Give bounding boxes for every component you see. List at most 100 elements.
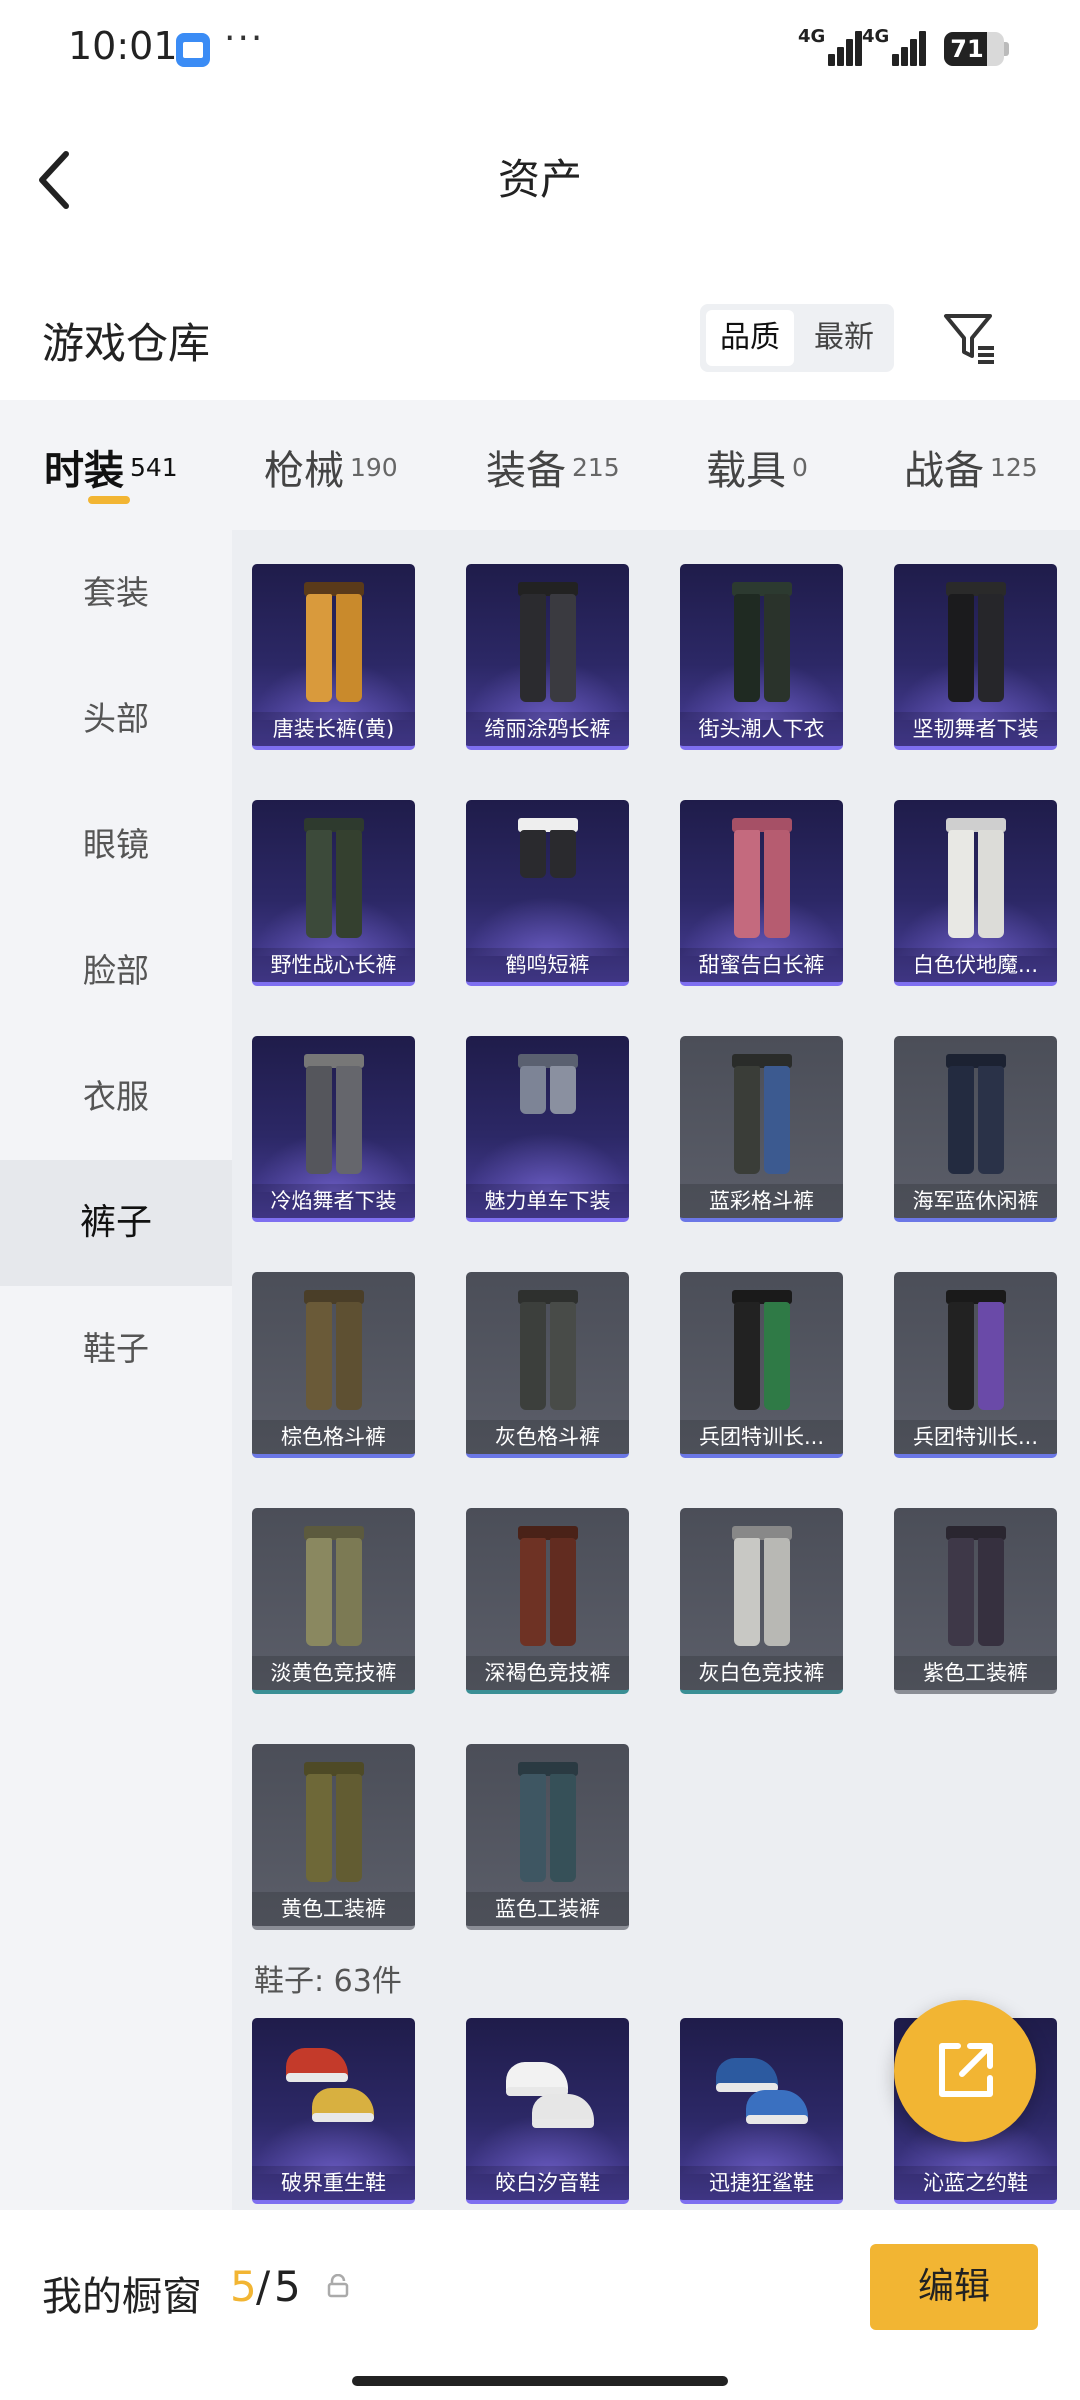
home-indicator[interactable] (352, 2376, 728, 2386)
share-button[interactable] (894, 2000, 1036, 2142)
item-name: 紫色工装裤 (894, 1656, 1057, 1690)
item-card[interactable]: 灰白色竞技裤 (680, 1508, 843, 1694)
shorts-icon (517, 1054, 578, 1174)
item-name: 魅力单车下装 (466, 1184, 629, 1218)
pants-icon (517, 1526, 578, 1646)
signal-icon: 4G (798, 26, 864, 68)
item-card[interactable]: 蓝彩格斗裤 (680, 1036, 843, 1222)
tab-vehicles[interactable]: 载具 0 (706, 438, 808, 498)
signal-icon-2: 4G (862, 26, 928, 68)
item-card[interactable]: 兵团特训长... (894, 1272, 1057, 1458)
pants-icon (731, 1290, 792, 1410)
tab-count: 190 (350, 453, 398, 482)
pants-icon (731, 1054, 792, 1174)
item-card[interactable]: 兵团特训长... (680, 1272, 843, 1458)
item-card[interactable]: 破界重生鞋 (252, 2018, 415, 2204)
tab-count: 0 (792, 453, 808, 482)
sort-newest-button[interactable]: 最新 (800, 310, 888, 366)
tab-supplies[interactable]: 战备 125 (904, 438, 1038, 498)
item-card[interactable]: 蓝色工装裤 (466, 1744, 629, 1930)
category-tabs: 时装 541 枪械 190 装备 215 载具 0 战备 125 (0, 400, 1080, 530)
item-card[interactable]: 迅捷狂鲨鞋 (680, 2018, 843, 2204)
item-card[interactable]: 绮丽涂鸦长裤 (466, 564, 629, 750)
showcase-max-count: 5 (274, 2262, 301, 2311)
item-card[interactable]: 野性战心长裤 (252, 800, 415, 986)
pants-icon (517, 1290, 578, 1410)
item-card[interactable]: 海军蓝休闲裤 (894, 1036, 1057, 1222)
item-card[interactable]: 皎白汐音鞋 (466, 2018, 629, 2204)
item-card[interactable]: 淡黄色竞技裤 (252, 1508, 415, 1694)
item-name: 蓝色工装裤 (466, 1892, 629, 1926)
sort-toggle: 品质 最新 (700, 304, 894, 372)
tab-label: 战备 (904, 448, 984, 494)
pants-icon (731, 1526, 792, 1646)
sidebar-item-outfit[interactable]: 套装 (0, 530, 232, 656)
sidebar-item-shoes[interactable]: 鞋子 (0, 1286, 232, 1412)
tab-label: 时装 (44, 448, 124, 494)
tab-equipment[interactable]: 装备 215 (486, 438, 620, 498)
item-card[interactable]: 白色伏地魔... (894, 800, 1057, 986)
edit-button[interactable]: 编辑 (870, 2244, 1038, 2330)
sort-quality-button[interactable]: 品质 (706, 310, 794, 366)
item-name: 绮丽涂鸦长裤 (466, 712, 629, 746)
tab-guns[interactable]: 枪械 190 (264, 438, 398, 498)
item-name: 皎白汐音鞋 (466, 2166, 629, 2200)
item-name: 海军蓝休闲裤 (894, 1184, 1057, 1218)
sidebar-item-pants[interactable]: 裤子 (0, 1160, 232, 1286)
item-card[interactable]: 棕色格斗裤 (252, 1272, 415, 1458)
tab-fashion[interactable]: 时装 541 (44, 438, 178, 498)
tab-label: 枪械 (264, 448, 344, 494)
item-name: 灰白色竞技裤 (680, 1656, 843, 1690)
battery-icon: 71 (944, 32, 1004, 66)
item-card[interactable]: 鹤鸣短裤 (466, 800, 629, 986)
filter-icon (944, 314, 994, 364)
item-card[interactable]: 黄色工装裤 (252, 1744, 415, 1930)
item-name: 冷焰舞者下装 (252, 1184, 415, 1218)
item-card[interactable]: 紫色工装裤 (894, 1508, 1057, 1694)
item-name: 沁蓝之约鞋 (894, 2166, 1057, 2200)
item-card[interactable]: 街头潮人下衣 (680, 564, 843, 750)
pants-icon (303, 1762, 364, 1882)
item-name: 蓝彩格斗裤 (680, 1184, 843, 1218)
pants-icon (303, 582, 364, 702)
share-external-icon (939, 2043, 993, 2097)
item-name: 灰色格斗裤 (466, 1420, 629, 1454)
item-name: 坚韧舞者下装 (894, 712, 1057, 746)
tab-label: 装备 (486, 448, 566, 494)
showcase-bar: 我的橱窗 5 / 5 编辑 (0, 2210, 1080, 2400)
pants-icon (303, 818, 364, 938)
sidebar-item-head[interactable]: 头部 (0, 656, 232, 782)
item-card[interactable]: 甜蜜告白长裤 (680, 800, 843, 986)
item-card[interactable]: 坚韧舞者下装 (894, 564, 1057, 750)
item-name: 兵团特训长... (894, 1420, 1057, 1454)
pants-icon (731, 818, 792, 938)
item-name: 黄色工装裤 (252, 1892, 415, 1926)
item-card[interactable]: 冷焰舞者下装 (252, 1036, 415, 1222)
item-name: 兵团特训长... (680, 1420, 843, 1454)
pants-icon (945, 1054, 1006, 1174)
tab-count: 541 (130, 453, 178, 482)
showcase-current-count: 5 (230, 2262, 257, 2311)
active-tab-indicator (88, 496, 130, 504)
filter-button[interactable] (940, 308, 1000, 368)
sidebar-item-glasses[interactable]: 眼镜 (0, 782, 232, 908)
item-card[interactable]: 魅力单车下装 (466, 1036, 629, 1222)
tab-count: 215 (572, 453, 620, 482)
pants-icon (303, 1290, 364, 1410)
status-time: 10:01 (68, 24, 178, 68)
status-bar: 10:01 ··· 4G 4G 71 (0, 0, 1080, 100)
item-card[interactable]: 深褐色竞技裤 (466, 1508, 629, 1694)
item-card[interactable]: 唐装长裤(黄) (252, 564, 415, 750)
showcase-title: 我的橱窗 (42, 2274, 202, 2320)
more-notifications-icon: ··· (224, 18, 265, 59)
item-card[interactable]: 灰色格斗裤 (466, 1272, 629, 1458)
warehouse-title: 游戏仓库 (42, 319, 211, 368)
pants-icon (945, 818, 1006, 938)
item-name: 野性战心长裤 (252, 948, 415, 982)
shorts-icon (517, 818, 578, 938)
subcategory-sidebar: 套装 头部 眼镜 脸部 衣服 裤子 鞋子 (0, 530, 232, 2210)
sidebar-item-clothes[interactable]: 衣服 (0, 1034, 232, 1160)
item-name: 破界重生鞋 (252, 2166, 415, 2200)
item-name: 棕色格斗裤 (252, 1420, 415, 1454)
sidebar-item-face[interactable]: 脸部 (0, 908, 232, 1034)
